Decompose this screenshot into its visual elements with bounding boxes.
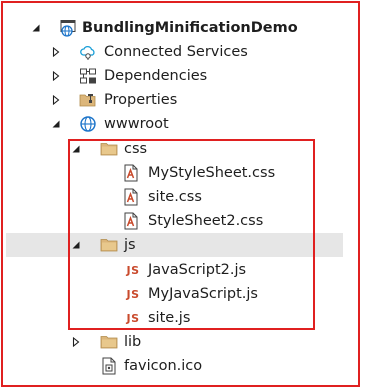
- tree-item-label: MyJavaScript.js: [148, 286, 258, 302]
- tree-item-label: site.css: [148, 189, 202, 205]
- tree-item-css-file[interactable]: site.css: [0, 185, 345, 209]
- web-project-icon: [59, 19, 77, 37]
- tree-item-label: Connected Services: [104, 44, 248, 60]
- js-file-icon: JS: [126, 263, 140, 277]
- tree-item-label: favicon.ico: [124, 358, 203, 374]
- expanded-arrow-icon[interactable]: [30, 22, 42, 34]
- expanded-arrow-icon[interactable]: [70, 239, 82, 251]
- css-file-icon: [122, 212, 140, 230]
- cloud-services-icon: [79, 43, 97, 61]
- tree-item-connected-services[interactable]: Connected Services: [0, 40, 345, 64]
- properties-folder-icon: [79, 91, 97, 109]
- folder-icon: [100, 236, 118, 254]
- tree-item-label: Properties: [104, 92, 178, 108]
- tree-item-label: StyleSheet2.css: [148, 213, 264, 229]
- tree-item-css-file[interactable]: StyleSheet2.css: [0, 209, 345, 233]
- tree-item-label: Dependencies: [104, 68, 208, 84]
- tree-item-js-file[interactable]: JS site.js: [0, 306, 345, 330]
- tree-item-wwwroot[interactable]: wwwroot: [0, 112, 345, 136]
- tree-item-project[interactable]: BundlingMinificationDemo: [0, 16, 345, 40]
- tree-item-js-folder[interactable]: js: [6, 233, 343, 257]
- icon-file-icon: [100, 357, 118, 375]
- expanded-arrow-icon[interactable]: [50, 118, 62, 130]
- tree-item-js-file[interactable]: JS MyJavaScript.js: [0, 282, 345, 306]
- collapsed-arrow-icon[interactable]: [50, 46, 62, 58]
- tree-item-label: js: [124, 237, 136, 253]
- dependencies-icon: [79, 67, 97, 85]
- collapsed-arrow-icon[interactable]: [70, 336, 82, 348]
- tree-item-label: css: [124, 141, 148, 157]
- tree-item-lib-folder[interactable]: lib: [0, 330, 345, 354]
- globe-icon: [79, 115, 97, 133]
- tree-item-label: lib: [124, 334, 142, 350]
- js-file-icon: JS: [126, 287, 140, 301]
- tree-item-label: wwwroot: [104, 116, 169, 132]
- folder-icon: [100, 140, 118, 158]
- tree-item-dependencies[interactable]: Dependencies: [0, 64, 345, 88]
- css-file-icon: [122, 164, 140, 182]
- collapsed-arrow-icon[interactable]: [50, 70, 62, 82]
- tree-item-favicon[interactable]: favicon.ico: [0, 354, 345, 378]
- folder-icon: [100, 333, 118, 351]
- tree-item-js-file[interactable]: JS JavaScript2.js: [0, 258, 345, 282]
- tree-item-label: BundlingMinificationDemo: [82, 20, 298, 36]
- tree-item-css-folder[interactable]: css: [0, 137, 345, 161]
- tree-item-css-file[interactable]: MyStyleSheet.css: [0, 161, 345, 185]
- expanded-arrow-icon[interactable]: [70, 143, 82, 155]
- tree-item-label: site.js: [148, 310, 191, 326]
- css-file-icon: [122, 188, 140, 206]
- collapsed-arrow-icon[interactable]: [50, 94, 62, 106]
- tree-item-label: MyStyleSheet.css: [148, 165, 276, 181]
- js-file-icon: JS: [126, 311, 140, 325]
- tree-item-label: JavaScript2.js: [148, 262, 247, 278]
- tree-item-properties[interactable]: Properties: [0, 88, 345, 112]
